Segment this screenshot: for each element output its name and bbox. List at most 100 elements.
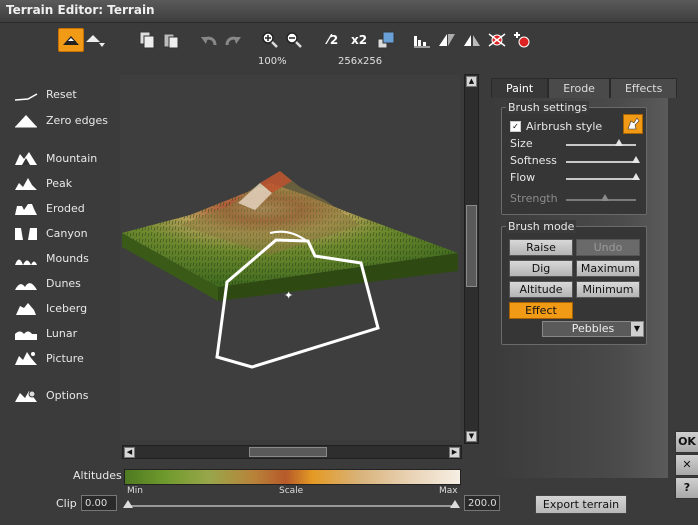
crop-resize-button[interactable] [374, 29, 398, 51]
altitude-scale-label: Scale [279, 486, 304, 496]
ok-button[interactable]: OK [675, 431, 698, 453]
scroll-left-button[interactable]: ◀ [124, 447, 135, 458]
toolbar-resolution-group: ⁄2 x2 [322, 28, 398, 52]
reset-icon [14, 93, 38, 101]
randomize-button[interactable] [485, 29, 509, 51]
mounds-icon [15, 259, 37, 265]
menu-label-canyon: Canyon [46, 226, 88, 240]
effect-type-dropdown[interactable]: Pebbles ▼ [542, 321, 644, 337]
softness-slider[interactable] [566, 156, 640, 163]
redo-toolbar-button[interactable] [221, 29, 245, 51]
clip-min-handle[interactable] [123, 500, 133, 508]
menu-item-peak[interactable]: Peak [14, 173, 72, 193]
flip-horizontal-button[interactable] [410, 29, 434, 51]
horizontal-scroll-thumb[interactable] [249, 447, 327, 457]
strength-label: Strength [510, 192, 558, 205]
maximum-button[interactable]: Maximum [576, 260, 640, 277]
airbrush-checkbox-row[interactable]: ✓ Airbrush style [510, 120, 602, 133]
menu-label-reset: Reset [46, 87, 77, 101]
tab-paint[interactable]: Paint [491, 78, 549, 98]
effect-button[interactable]: Effect [509, 302, 573, 319]
picture-icon [15, 352, 37, 365]
zoom-out-button[interactable] [282, 29, 306, 51]
menu-item-canyon[interactable]: Canyon [14, 223, 88, 243]
size-slider[interactable] [566, 139, 636, 146]
altitude-color-gradient[interactable] [124, 469, 461, 485]
flow-slider[interactable] [566, 173, 640, 180]
menu-label-lunar: Lunar [46, 326, 78, 340]
brush-shape-icon [627, 117, 640, 130]
clip-label: Clip [56, 497, 77, 510]
menu-item-iceberg[interactable]: Iceberg [14, 298, 87, 318]
toolbar-paint-mode [58, 28, 108, 52]
tab-effects[interactable]: Effects [609, 78, 678, 98]
scroll-right-button[interactable]: ▶ [449, 447, 460, 458]
altitude-button[interactable]: Altitude [509, 281, 573, 298]
help-button[interactable]: ? [675, 477, 698, 499]
viewport-vertical-scrollbar[interactable]: ▲ ▼ [464, 74, 479, 444]
double-resolution-label: x2 [350, 33, 368, 47]
vertical-scroll-thumb[interactable] [466, 205, 477, 287]
minimum-button[interactable]: Minimum [576, 281, 640, 298]
lower-terrain-tool-button[interactable] [84, 29, 108, 51]
scroll-up-button[interactable]: ▲ [466, 76, 477, 87]
menu-item-reset[interactable]: Reset [14, 84, 77, 104]
terrain-render: ✦ [122, 171, 458, 369]
softness-slider-thumb[interactable] [632, 156, 640, 163]
flip-vertical-button[interactable] [435, 29, 459, 51]
resize-icon [377, 31, 395, 49]
menu-item-mounds[interactable]: Mounds [14, 248, 89, 268]
dice-icon [488, 33, 506, 47]
viewport-horizontal-scrollbar[interactable]: ◀ ▶ [122, 445, 462, 459]
export-terrain-button[interactable]: Export terrain [535, 495, 627, 514]
canyon-icon [15, 228, 37, 240]
paste-button[interactable] [159, 29, 183, 51]
brush-mode-group: Brush mode Raise Undo Dig Maximum Altitu… [501, 220, 647, 345]
generate-button[interactable] [510, 29, 534, 51]
svg-text:✦: ✦ [284, 289, 293, 302]
mountain-icon [15, 152, 37, 165]
copy-button[interactable] [135, 29, 159, 51]
altitudes-label: Altitudes [73, 469, 122, 482]
double-resolution-button[interactable]: x2 [348, 29, 370, 51]
brush-shape-button[interactable] [623, 114, 643, 134]
size-slider-thumb[interactable] [614, 139, 623, 146]
tab-erode[interactable]: Erode [548, 78, 610, 98]
raise-button[interactable]: Raise [509, 239, 573, 256]
clip-max-field[interactable]: 200.0 [464, 495, 500, 511]
menu-item-zero-edges[interactable]: Zero edges [14, 110, 108, 130]
halve-resolution-button[interactable]: ⁄2 [322, 29, 344, 51]
altitude-max-label: Max [439, 486, 458, 496]
zoom-in-button[interactable] [258, 29, 282, 51]
raise-terrain-tool-button[interactable] [58, 28, 84, 52]
undo-toolbar-button[interactable] [197, 29, 221, 51]
effect-type-value: Pebbles [571, 322, 615, 335]
title-bar: Terrain Editor: Terrain [0, 0, 698, 23]
scroll-down-button[interactable]: ▼ [466, 431, 477, 442]
menu-item-options[interactable]: Options [14, 385, 88, 405]
peak-icon [15, 178, 37, 190]
terrain-3d-viewport[interactable]: ✦ [120, 75, 460, 440]
menu-item-mountain[interactable]: Mountain [14, 148, 97, 168]
undo-button[interactable]: Undo [576, 239, 640, 256]
clip-min-field[interactable]: 0.00 [81, 495, 117, 511]
clip-max-handle[interactable] [450, 500, 460, 508]
menu-item-dunes[interactable]: Dunes [14, 273, 81, 293]
strength-slider-thumb [600, 194, 609, 201]
flip-horizontal-icon [414, 36, 430, 48]
toolbar-zoom-group [258, 28, 306, 52]
menu-item-picture[interactable]: Picture [14, 348, 84, 368]
clip-range-slider[interactable] [126, 505, 456, 507]
dig-button[interactable]: Dig [509, 260, 573, 277]
menu-item-eroded[interactable]: Eroded [14, 198, 85, 218]
size-label: Size [510, 137, 533, 150]
close-button[interactable]: ✕ [675, 454, 698, 476]
airbrush-checkbox[interactable]: ✓ [510, 121, 521, 132]
menu-item-lunar[interactable]: Lunar [14, 323, 77, 343]
mirror-button[interactable] [460, 29, 484, 51]
brush-settings-title: Brush settings [506, 101, 590, 114]
zoom-level-label: 100% [258, 56, 287, 67]
flow-slider-thumb[interactable] [632, 173, 640, 180]
copy-icon [139, 31, 155, 49]
strength-slider [566, 194, 636, 201]
